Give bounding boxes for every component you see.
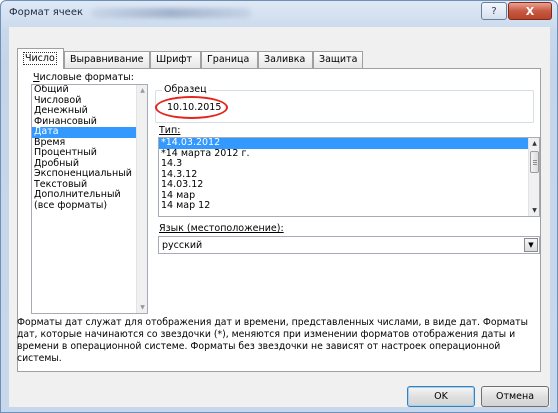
tab-number[interactable]: Число [17,48,64,69]
dialog-title: Формат ячеек [9,7,84,18]
locale-label: Язык (местоположение): [159,223,284,234]
type-scrollbar[interactable]: ▲ ▼ [528,138,539,216]
type-item[interactable]: 14 мар 12 [159,200,539,212]
close-icon: X [525,4,535,18]
scroll-up-arrow-icon[interactable]: ▲ [529,138,539,149]
title-bar[interactable]: Формат ячеек ? X [1,1,557,27]
tab-border-label: Граница [207,54,250,65]
red-highlight-ellipse [155,96,228,119]
tab-fill-label: Заливка [264,54,306,65]
scroll-down-arrow-icon[interactable]: ▼ [137,302,147,313]
categories-label: Числовые форматы: [33,72,134,83]
type-label: Тип: [159,125,181,136]
sample-label: Образец [162,84,209,95]
blurred-title-region [91,8,251,18]
format-description: Форматы дат служат для отображения дат и… [17,317,528,364]
scroll-thumb[interactable] [530,151,539,173]
help-icon: ? [491,5,497,17]
tab-protection-label: Защита [319,54,358,65]
cancel-button[interactable]: Отмена [481,386,549,407]
category-item[interactable]: Дополнительный [32,189,147,201]
type-item[interactable]: 14 мар [159,190,539,202]
grip-line [533,160,537,161]
category-item[interactable]: Общий [32,85,147,96]
close-button[interactable]: X [508,2,552,20]
type-listbox[interactable]: *14.03.2012 *14 марта 2012 г. 14.3 14.3.… [158,137,540,217]
category-item[interactable]: Экспоненциальный [32,168,147,180]
locale-value: русский [162,240,203,251]
category-listbox[interactable]: Общий Числовой Денежный Финансовый Дата … [31,84,148,314]
type-item[interactable]: *14 марта 2012 г. [159,148,539,160]
category-item-selected[interactable]: Дата [32,126,147,138]
tab-alignment[interactable]: Выравнивание [64,51,150,68]
category-item[interactable]: (все форматы) [32,200,147,212]
locale-combobox[interactable]: русский ▼ [158,236,540,254]
tab-fill[interactable]: Заливка [258,51,313,68]
scroll-down-arrow-icon[interactable]: ▼ [529,205,539,216]
tab-border[interactable]: Граница [201,51,258,68]
tab-alignment-label: Выравнивание [70,54,144,65]
help-button[interactable]: ? [481,2,507,20]
scroll-up-arrow-icon[interactable]: ▲ [137,85,147,96]
grip-line [533,162,537,163]
tab-protection[interactable]: Защита [313,51,363,68]
chevron-down-icon[interactable]: ▼ [524,238,538,252]
type-item[interactable]: 14.3.12 [159,169,539,181]
ok-button[interactable]: OK [407,386,475,407]
category-item[interactable]: Денежный [32,105,147,117]
type-item[interactable]: 14.03.12 [159,179,539,191]
type-item[interactable]: 14.3 [159,158,539,170]
tab-font-label: Шрифт [156,54,193,65]
grip-line [533,164,537,165]
category-scrollbar[interactable]: ▲ ▼ [136,85,147,313]
type-item-selected[interactable]: *14.03.2012 [159,138,539,149]
tab-number-label: Число [23,52,57,65]
category-item[interactable]: Процентный [32,147,147,159]
tab-font[interactable]: Шрифт [150,51,201,68]
